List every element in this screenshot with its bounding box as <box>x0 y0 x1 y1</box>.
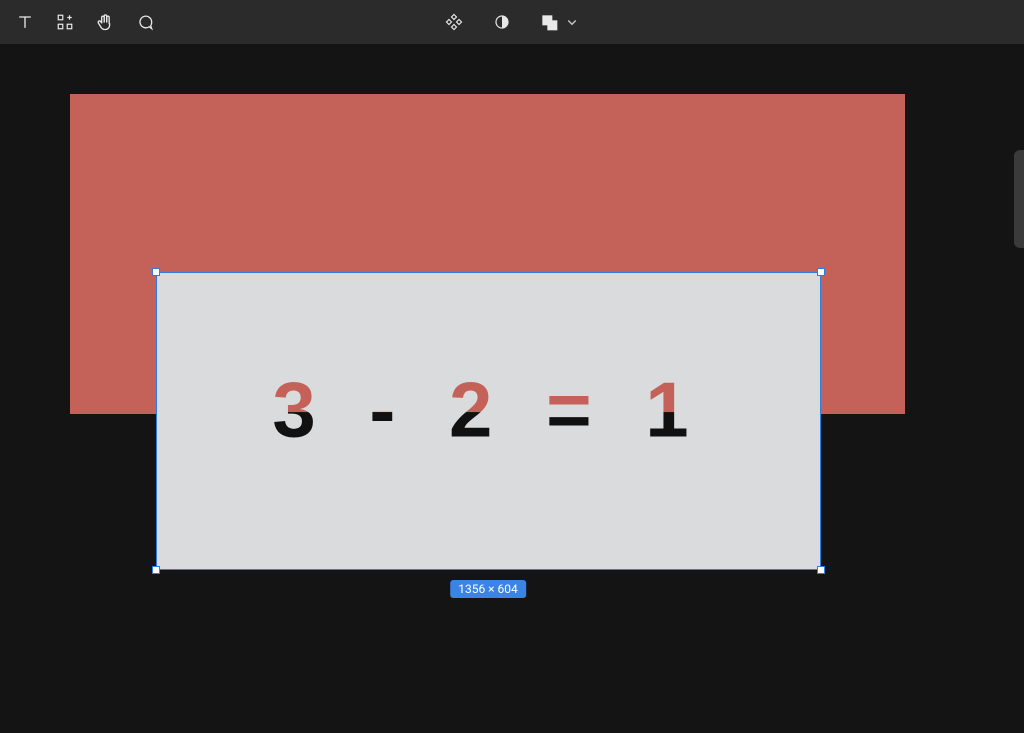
boolean-tool-icon[interactable] <box>539 11 581 33</box>
right-panel-tab[interactable] <box>1014 150 1024 248</box>
toolbar-left-group <box>0 11 156 33</box>
selection-handle-tr[interactable] <box>817 268 825 276</box>
design-canvas[interactable]: 3 - 2 = 1 1356 × 604 <box>0 44 1024 733</box>
selection-handle-br[interactable] <box>817 566 825 574</box>
selected-frame[interactable]: 3 - 2 = 1 <box>156 272 821 570</box>
chevron-down-icon <box>563 13 581 31</box>
comment-tool-icon[interactable] <box>134 11 156 33</box>
toolbar-center-group <box>443 11 581 33</box>
mask-tool-icon[interactable] <box>491 11 513 33</box>
resources-tool-icon[interactable] <box>54 11 76 33</box>
hand-tool-icon[interactable] <box>94 11 116 33</box>
dimensions-badge: 1356 × 604 <box>450 580 526 598</box>
selection-handle-tl[interactable] <box>152 268 160 276</box>
equation-text[interactable]: 3 - 2 = 1 <box>272 365 704 456</box>
selection-handle-bl[interactable] <box>152 566 160 574</box>
text-tool-icon[interactable] <box>14 11 36 33</box>
top-toolbar <box>0 0 1024 44</box>
tidy-up-icon[interactable] <box>443 11 465 33</box>
